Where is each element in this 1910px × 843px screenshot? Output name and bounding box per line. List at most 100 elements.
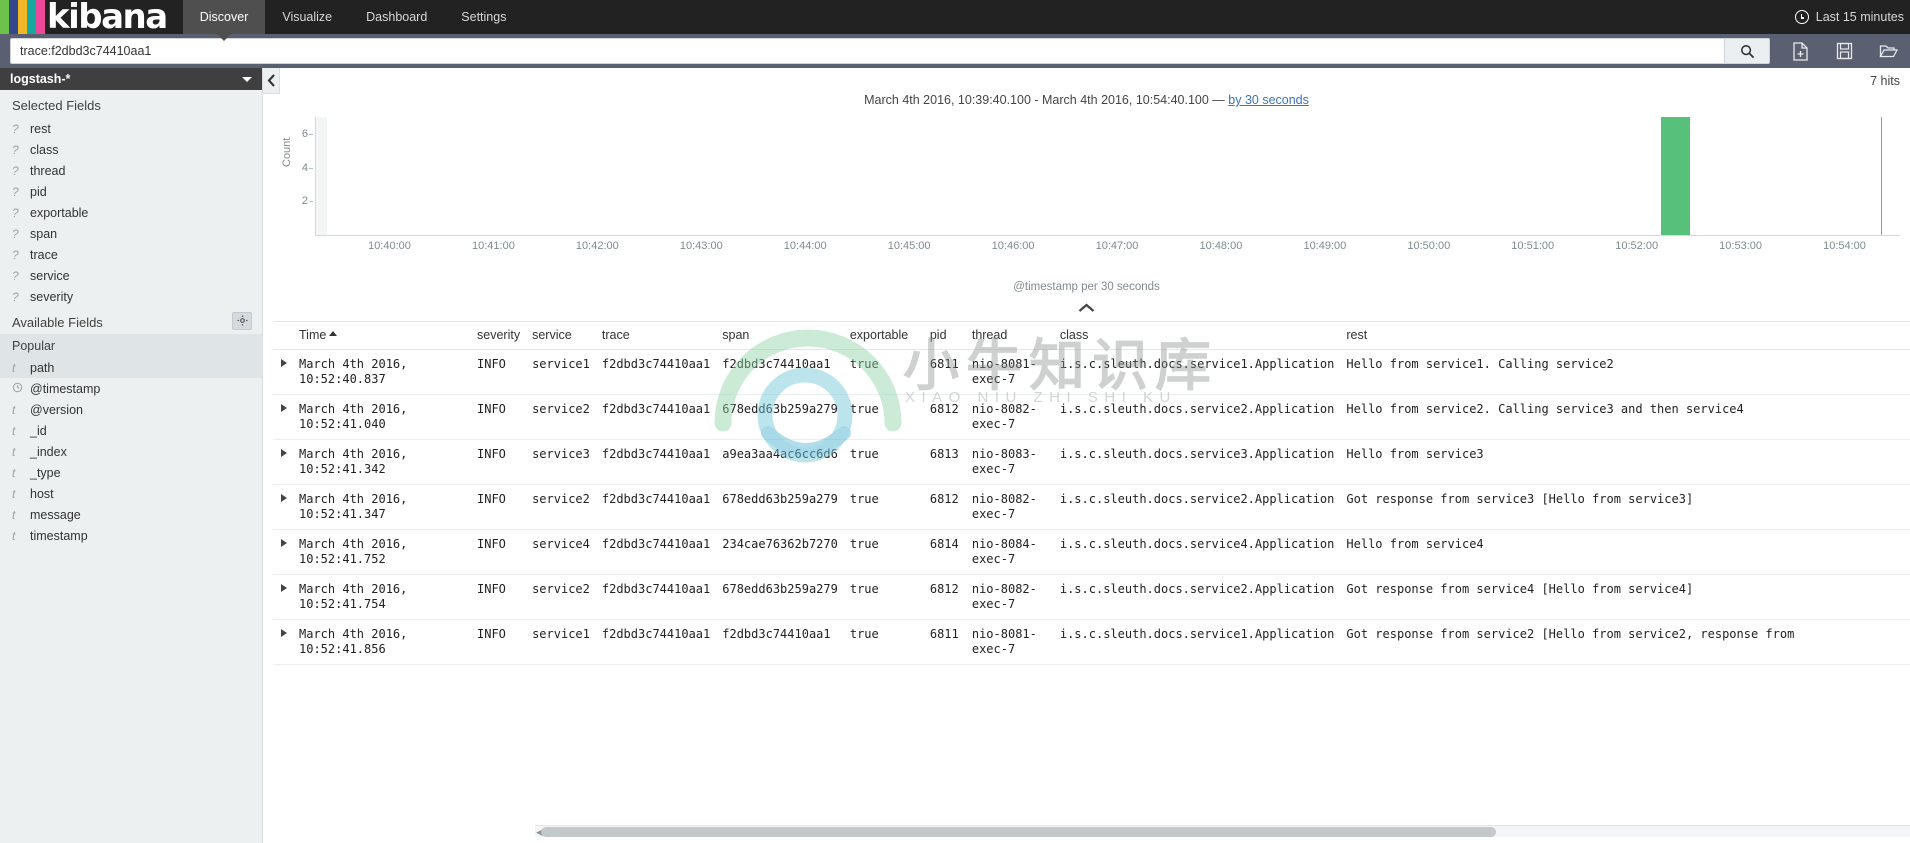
- cell-span: 234cae76362b7270: [716, 529, 844, 575]
- field-type-icon: t: [12, 486, 16, 501]
- caret-right-icon[interactable]: [281, 494, 287, 502]
- logo-bar-0: [0, 0, 9, 34]
- cell-severity: INFO: [471, 619, 527, 665]
- sort-asc-icon[interactable]: [329, 331, 338, 336]
- sidebar-field-path[interactable]: t path: [0, 357, 262, 378]
- field-type-icon: ?: [12, 205, 19, 220]
- save-search-button[interactable]: [1822, 34, 1866, 68]
- nav-tab-visualize[interactable]: Visualize: [265, 0, 349, 34]
- cell-pid: 6812: [923, 574, 966, 620]
- scrollbar-thumb[interactable]: [541, 827, 1496, 837]
- search-tools: [1770, 34, 1910, 68]
- expand-row-cell[interactable]: [273, 394, 293, 440]
- nav-tab-settings[interactable]: Settings: [444, 0, 523, 34]
- column-header-trace[interactable]: trace: [595, 321, 717, 350]
- chart-time-range: March 4th 2016, 10:39:40.100 - March 4th…: [864, 93, 1229, 107]
- expand-row-cell[interactable]: [273, 439, 293, 485]
- search-input[interactable]: [10, 38, 1724, 64]
- caret-right-icon[interactable]: [281, 359, 287, 367]
- cell-time: March 4th 2016, 10:52:41.342: [293, 439, 471, 485]
- table-row[interactable]: March 4th 2016, 10:52:41.342 INFO service3…: [273, 439, 1910, 485]
- cell-service: service2: [526, 394, 596, 440]
- expand-row-cell[interactable]: [273, 349, 293, 395]
- sidebar-field-version[interactable]: t @version: [0, 399, 262, 420]
- cell-exportable: true: [843, 349, 924, 395]
- logo-bar-3: [27, 0, 36, 34]
- sidebar-field-type[interactable]: t _type: [0, 462, 262, 483]
- cell-time: March 4th 2016, 10:52:41.347: [293, 484, 471, 530]
- sidebar-field-timestamp[interactable]: t timestamp: [0, 525, 262, 546]
- caret-right-icon[interactable]: [281, 584, 287, 592]
- expand-row-cell[interactable]: [273, 574, 293, 620]
- load-search-button[interactable]: [1866, 34, 1910, 68]
- horizontal-scrollbar[interactable]: ◀: [535, 825, 1910, 837]
- table-row[interactable]: March 4th 2016, 10:52:41.754 INFO service2…: [273, 574, 1910, 620]
- time-picker[interactable]: Last 15 minutes: [1794, 0, 1910, 34]
- table-row[interactable]: March 4th 2016, 10:52:41.752 INFO service4…: [273, 529, 1910, 575]
- sidebar-field-pid[interactable]: ? pid: [0, 181, 262, 202]
- sidebar-field-host[interactable]: t host: [0, 483, 262, 504]
- y-tick-4: 4: [301, 161, 314, 174]
- index-pattern-selector[interactable]: logstash-*: [0, 68, 262, 90]
- sidebar-field-class[interactable]: ? class: [0, 139, 262, 160]
- sidebar-field-message[interactable]: t message: [0, 504, 262, 525]
- cell-thread: nio-8082-exec-7: [965, 574, 1054, 620]
- cell-pid: 6811: [923, 619, 966, 665]
- new-search-button[interactable]: [1778, 34, 1822, 68]
- column-header-rest[interactable]: rest: [1340, 321, 1910, 350]
- cell-pid: 6811: [923, 349, 966, 395]
- search-button[interactable]: [1724, 38, 1770, 64]
- caret-right-icon[interactable]: [281, 629, 287, 637]
- chart-plot-area[interactable]: [315, 117, 1900, 235]
- sidebar-field-span[interactable]: ? span: [0, 223, 262, 244]
- column-header-pid[interactable]: pid: [923, 321, 966, 350]
- sidebar-field-index[interactable]: t _index: [0, 441, 262, 462]
- clock-icon: [1794, 10, 1809, 24]
- sidebar-field-thread[interactable]: ? thread: [0, 160, 262, 181]
- chart-collapse-button[interactable]: [1068, 299, 1106, 317]
- cell-severity: INFO: [471, 394, 527, 440]
- table-row[interactable]: March 4th 2016, 10:52:41.347 INFO service2…: [273, 484, 1910, 530]
- cell-class: i.s.c.sleuth.docs.service4.Application: [1053, 529, 1341, 575]
- sidebar-field-trace[interactable]: ? trace: [0, 244, 262, 265]
- expand-row-cell[interactable]: [273, 619, 293, 665]
- table-row[interactable]: March 4th 2016, 10:52:41.856 INFO service1…: [273, 619, 1910, 665]
- table-row[interactable]: March 4th 2016, 10:52:41.040 INFO service2…: [273, 394, 1910, 440]
- sidebar-field-exportable[interactable]: ? exportable: [0, 202, 262, 223]
- column-label-time: Time: [299, 328, 327, 342]
- field-settings-button[interactable]: [232, 311, 252, 330]
- expand-row-cell[interactable]: [273, 484, 293, 530]
- cell-service: service2: [526, 484, 596, 530]
- x-axis-label: @timestamp per 30 seconds: [1013, 281, 1160, 293]
- field-name-label: severity: [30, 289, 74, 304]
- cell-class: i.s.c.sleuth.docs.service3.Application: [1053, 439, 1341, 485]
- sidebar-field-timestamp[interactable]: @timestamp: [0, 378, 262, 399]
- x-tick-10:41:00: 10:41:00: [472, 240, 515, 252]
- column-header-thread[interactable]: thread: [965, 321, 1054, 350]
- caret-right-icon[interactable]: [281, 404, 287, 412]
- nav-tab-discover[interactable]: Discover: [182, 0, 266, 41]
- nav-tab-dashboard[interactable]: Dashboard: [349, 0, 444, 34]
- expand-row-cell[interactable]: [273, 529, 293, 575]
- caret-right-icon[interactable]: [281, 449, 287, 457]
- expand-column-header: [273, 321, 293, 350]
- sidebar-field-id[interactable]: t _id: [0, 420, 262, 441]
- column-header-class[interactable]: class: [1053, 321, 1341, 350]
- sidebar-field-severity[interactable]: ? severity: [0, 286, 262, 307]
- cell-class: i.s.c.sleuth.docs.service2.Application: [1053, 484, 1341, 530]
- sidebar-field-service[interactable]: ? service: [0, 265, 262, 286]
- column-header-severity[interactable]: severity: [471, 321, 527, 350]
- table-row[interactable]: March 4th 2016, 10:52:40.837 INFO service1…: [273, 349, 1910, 395]
- logo-bar-2: [18, 0, 27, 34]
- column-header-span[interactable]: span: [716, 321, 844, 350]
- histogram-bar[interactable]: [1660, 117, 1690, 235]
- chart-interval-link[interactable]: by 30 seconds: [1228, 93, 1309, 107]
- column-header-service[interactable]: service: [526, 321, 596, 350]
- sidebar-field-rest[interactable]: ? rest: [0, 118, 262, 139]
- sidebar-collapse-button[interactable]: [263, 68, 280, 94]
- cell-trace: f2dbd3c74410aa1: [595, 529, 717, 575]
- chart-plot-background: [316, 117, 327, 235]
- column-header-exportable[interactable]: exportable: [843, 321, 924, 350]
- caret-right-icon[interactable]: [281, 539, 287, 547]
- column-header-time[interactable]: Time: [293, 321, 471, 350]
